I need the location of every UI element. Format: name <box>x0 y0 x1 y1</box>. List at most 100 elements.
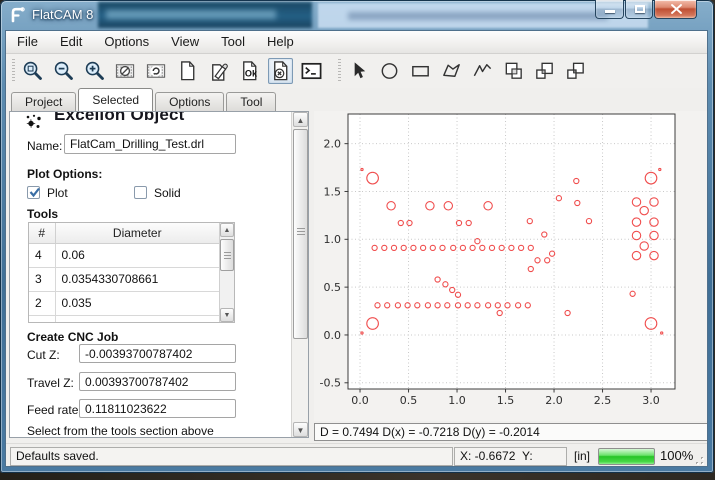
pointer-icon <box>347 59 370 83</box>
tab-project[interactable]: Project <box>11 92 76 111</box>
select-pointer-button[interactable] <box>346 58 371 84</box>
screen: FlatCAM 8 File Edit Options <box>0 0 715 480</box>
tab-options[interactable]: Options <box>155 92 224 111</box>
draw-path-button[interactable] <box>470 58 495 84</box>
table-row[interactable]: 30.0354330708661 <box>29 267 220 291</box>
svg-text:0.0: 0.0 <box>351 394 369 407</box>
menu-options[interactable]: Options <box>93 31 160 53</box>
solid-checkbox-label[interactable]: Solid <box>154 186 181 200</box>
feed-rate-label: Feed rate: <box>27 403 82 417</box>
app-window: FlatCAM 8 File Edit Options <box>0 0 714 473</box>
minimize-button[interactable] <box>595 0 624 19</box>
scroll-up-icon[interactable]: ▲ <box>220 223 234 237</box>
travel-z-input[interactable] <box>79 372 236 391</box>
shape-subtract-button[interactable] <box>563 58 588 84</box>
tools-col-number[interactable]: # <box>29 223 55 243</box>
tools-scroll-thumb[interactable] <box>220 239 234 271</box>
scroll-down-icon[interactable]: ▼ <box>220 308 234 322</box>
toolbar-handle[interactable] <box>12 59 15 83</box>
shape-intersection-button[interactable] <box>532 58 557 84</box>
svg-text:2.5: 2.5 <box>594 394 612 407</box>
scroll-up-icon[interactable]: ▲ <box>293 112 308 127</box>
panel-scroll-thumb[interactable] <box>293 129 308 339</box>
menu-help[interactable]: Help <box>256 31 305 53</box>
plot-checkbox-label[interactable]: Plot <box>47 186 68 200</box>
menu-edit[interactable]: Edit <box>49 31 93 53</box>
svg-text:1.0: 1.0 <box>448 394 466 407</box>
zoom-fit-button[interactable] <box>20 58 45 84</box>
new-file-button[interactable] <box>175 58 200 84</box>
menu-view[interactable]: View <box>160 31 210 53</box>
table-row[interactable]: 20.035 <box>29 291 220 315</box>
panel-scrollbar[interactable]: ▲ ▼ <box>291 112 308 437</box>
name-input[interactable] <box>64 134 236 154</box>
menu-file[interactable]: File <box>6 31 49 53</box>
toolbar-handle-2[interactable] <box>338 59 341 83</box>
minimize-icon <box>605 10 615 13</box>
tab-tool[interactable]: Tool <box>226 92 276 111</box>
svg-text:Ok: Ok <box>245 68 258 78</box>
zoom-out-button[interactable] <box>51 58 76 84</box>
shell-icon <box>300 59 323 83</box>
shape-union-button[interactable] <box>501 58 526 84</box>
svg-text:1.5: 1.5 <box>324 185 342 198</box>
tab-selected[interactable]: Selected <box>78 88 153 111</box>
cut-z-label: Cut Z: <box>27 348 60 362</box>
svg-text:-0.5: -0.5 <box>320 377 341 390</box>
plot-options-label: Plot Options: <box>27 167 102 181</box>
replot-button[interactable] <box>144 58 169 84</box>
feed-rate-input[interactable] <box>79 399 236 418</box>
tools-table-scrollbar[interactable]: ▲ ▼ <box>219 223 234 322</box>
draw-circle-button[interactable] <box>377 58 402 84</box>
accept-file-button[interactable]: Ok <box>237 58 262 84</box>
cancel-file-icon <box>269 59 292 83</box>
tools-label: Tools <box>27 207 58 221</box>
svg-text:1.0: 1.0 <box>324 233 342 246</box>
table-cell: 2 <box>29 291 55 315</box>
titlebar[interactable]: FlatCAM 8 <box>0 0 714 30</box>
table-cell: 0.06 <box>55 243 220 267</box>
draw-polygon-button[interactable] <box>439 58 464 84</box>
table-row[interactable]: 40.06 <box>29 243 220 267</box>
draw-rectangle-button[interactable] <box>408 58 433 84</box>
cancel-file-button[interactable] <box>268 58 293 84</box>
zoom-in-button[interactable] <box>82 58 107 84</box>
client-area: File Edit Options View Tool Help <box>5 30 708 467</box>
desktop-strip <box>0 473 715 480</box>
edit-file-button[interactable] <box>206 58 231 84</box>
solid-checkbox[interactable] <box>134 186 147 199</box>
scroll-down-icon[interactable]: ▼ <box>293 422 308 437</box>
accept-file-icon: Ok <box>238 59 261 83</box>
progress-bar <box>598 448 655 465</box>
resize-grip-icon[interactable] <box>692 453 705 466</box>
svg-text:0.0: 0.0 <box>324 329 342 342</box>
plot-canvas[interactable]: 0.00.51.01.52.02.53.0-0.50.00.51.01.52.0 <box>314 111 708 421</box>
subtract-icon <box>564 59 587 83</box>
edit-file-icon <box>207 59 230 83</box>
table-row[interactable] <box>29 315 220 323</box>
maximize-icon <box>635 5 645 13</box>
clear-plot-button[interactable] <box>113 58 138 84</box>
table-cell: 0.0354330708661 <box>55 267 220 291</box>
svg-text:0.5: 0.5 <box>324 281 342 294</box>
replot-icon <box>145 59 168 83</box>
plot-checkbox[interactable] <box>27 186 40 199</box>
union-icon <box>502 59 525 83</box>
maximize-button[interactable] <box>625 0 653 19</box>
tools-col-diameter[interactable]: Diameter <box>55 223 220 243</box>
close-button[interactable] <box>654 0 697 19</box>
cut-z-input[interactable] <box>79 344 236 363</box>
plot-area[interactable]: 0.00.51.01.52.02.53.0-0.50.00.51.01.52.0 <box>314 111 708 421</box>
menu-tool[interactable]: Tool <box>210 31 256 53</box>
tabbar: Project Selected Options Tool <box>6 88 707 111</box>
status-message: Defaults saved. <box>10 447 453 466</box>
table-cell: 3 <box>29 267 55 291</box>
tools-table[interactable]: # Diameter 40.0630.035433070866120.035 ▲… <box>28 222 235 323</box>
svg-text:3.0: 3.0 <box>642 394 660 407</box>
close-icon <box>655 0 698 19</box>
statusbar: Defaults saved. X: -0.6672 Y: 1.4359 [in… <box>6 443 707 467</box>
selected-object-panel: Excellon Object Name: Plot Options: Plot… <box>9 111 309 438</box>
panel-heading: Excellon Object <box>54 112 264 125</box>
shell-button[interactable] <box>299 58 324 84</box>
tools-table-body: 40.0630.035433070866120.035 <box>29 243 220 323</box>
